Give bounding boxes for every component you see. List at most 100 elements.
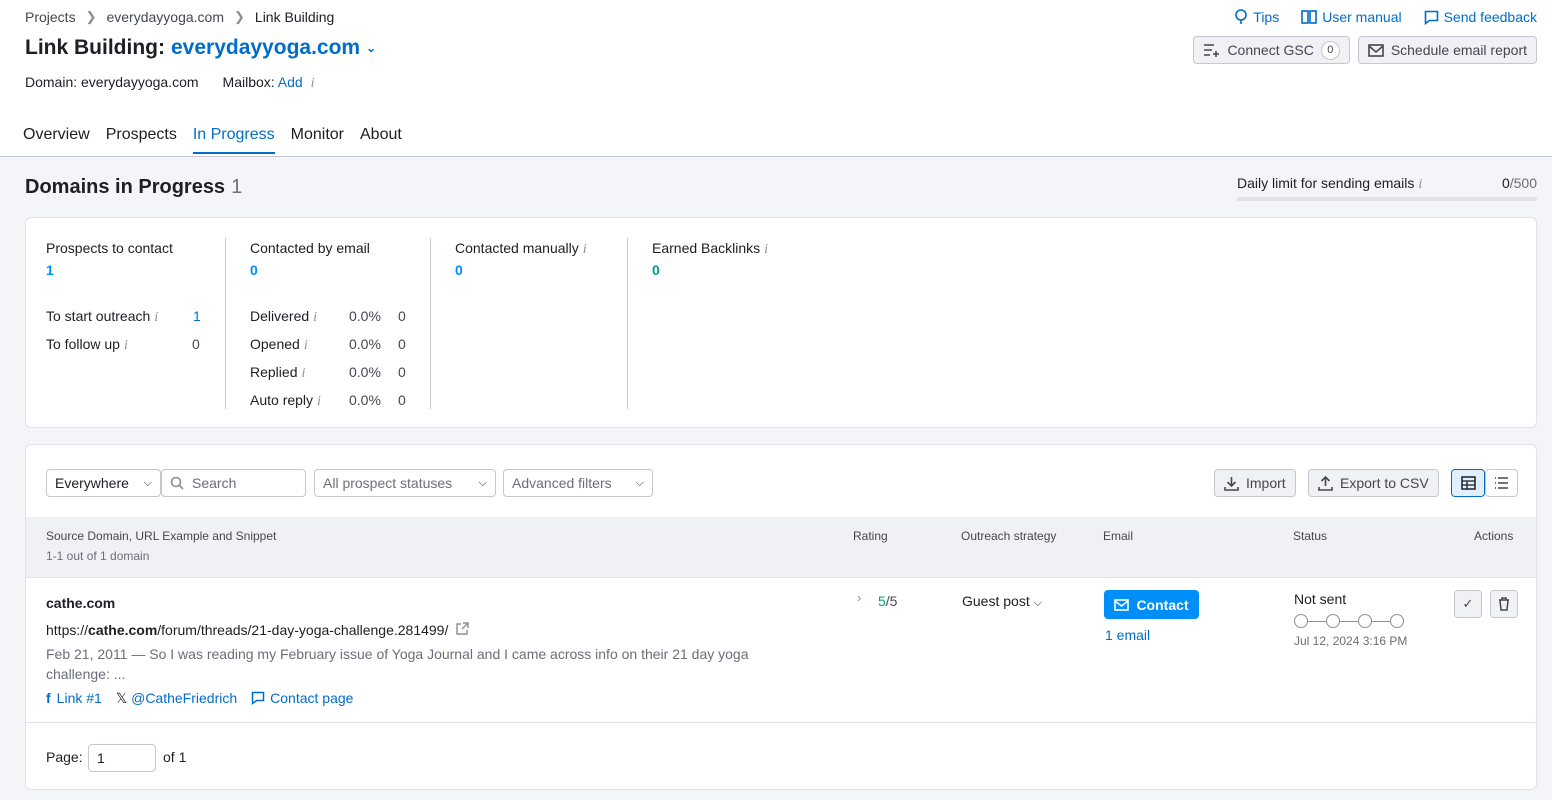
title-prefix: Link Building: — [25, 36, 165, 59]
trash-icon — [1499, 597, 1509, 611]
pagination-label: Page: — [46, 749, 83, 765]
mark-done-button[interactable]: ✓ — [1454, 590, 1482, 618]
info-icon[interactable]: i — [313, 310, 317, 325]
divider — [26, 722, 1536, 723]
chevron-right-icon: ❯ — [85, 9, 97, 24]
contacted-manually-label: Contacted manually i — [455, 240, 587, 258]
daily-limit-total: /500 — [1509, 175, 1537, 191]
delivered-value: 0 — [398, 308, 406, 324]
stats-card: Prospects to contact 1 To start outreach… — [25, 217, 1537, 428]
row-status: Not sent — [1294, 591, 1347, 607]
info-icon[interactable]: i — [317, 394, 321, 409]
tab-in-progress[interactable]: In Progress — [192, 126, 275, 154]
tab-overview[interactable]: Overview — [23, 126, 90, 154]
delivered-label: Delivered i — [250, 308, 317, 326]
contact-page-link[interactable]: Contact page — [251, 690, 353, 707]
schedule-email-report-label: Schedule email report — [1390, 42, 1527, 58]
chevron-down-icon: ⌵ — [1033, 597, 1042, 609]
chevron-right-icon[interactable]: › — [857, 590, 861, 605]
breadcrumb-projects[interactable]: Projects — [25, 9, 76, 25]
delivered-text: Delivered — [250, 308, 310, 324]
section-title: Domains in Progress 1 — [25, 176, 242, 199]
tab-bar: Overview Prospects In Progress Monitor A… — [23, 126, 402, 154]
strategy-select[interactable]: Guest post ⌵ — [962, 593, 1042, 610]
scope-select[interactable]: Everywhere ⌵ — [46, 469, 161, 497]
facebook-link[interactable]: f Link #1 — [46, 690, 102, 707]
progress-step — [1326, 614, 1340, 628]
page-title: Link Building: everydayyoga.com ⌄ — [25, 36, 376, 60]
rating-value: 5 — [878, 593, 886, 609]
connect-gsc-button[interactable]: Connect GSC 0 — [1193, 36, 1350, 64]
project-domain-selector[interactable]: everydayyoga.com — [171, 36, 360, 60]
chevron-down-icon[interactable]: ⌄ — [366, 41, 376, 55]
user-manual-link[interactable]: User manual — [1301, 9, 1402, 25]
schedule-email-report-button[interactable]: Schedule email report — [1357, 36, 1537, 64]
prospect-status-select[interactable]: All prospect statuses ⌵ — [314, 469, 496, 497]
actions-column-header: Actions — [1474, 529, 1514, 543]
download-icon — [1224, 476, 1239, 491]
tab-monitor[interactable]: Monitor — [291, 126, 344, 154]
results-count: 1-1 out of 1 domain — [46, 549, 150, 563]
daily-limit-used: 0 — [1501, 175, 1510, 191]
scope-select-value: Everywhere — [55, 475, 129, 491]
info-icon[interactable]: i — [301, 366, 305, 381]
opened-text: Opened — [250, 336, 300, 352]
breadcrumb-domain[interactable]: everydayyoga.com — [106, 9, 224, 25]
opened-label: Opened i — [250, 336, 308, 354]
table-view-toggle[interactable] — [1451, 469, 1485, 497]
replied-value: 0 — [398, 364, 406, 380]
list-icon — [1495, 477, 1508, 489]
contacted-by-email-value: 0 — [250, 262, 258, 278]
tab-about[interactable]: About — [360, 126, 402, 154]
tab-prospects[interactable]: Prospects — [106, 126, 177, 154]
emails-link[interactable]: 1 email — [1105, 627, 1150, 643]
export-csv-button[interactable]: Export to CSV — [1308, 469, 1439, 497]
to-start-outreach-label: To start outreach i — [46, 308, 158, 326]
gsc-count-badge: 0 — [1320, 40, 1340, 60]
project-meta: Domain: everydayyoga.com Mailbox: Add i — [25, 74, 315, 92]
search-input[interactable]: Search — [161, 469, 306, 497]
page-input[interactable]: 1 — [88, 744, 156, 772]
info-icon[interactable]: i — [311, 76, 315, 91]
add-mailbox-link[interactable]: Add — [278, 74, 303, 90]
auto-reply-value: 0 — [398, 392, 406, 408]
auto-reply-label: Auto reply i — [250, 392, 321, 410]
import-button[interactable]: Import — [1214, 469, 1296, 497]
info-icon[interactable]: i — [583, 242, 587, 257]
section-count: 1 — [231, 176, 243, 198]
row-domain[interactable]: cathe.com — [46, 595, 115, 611]
daily-limit-label: Daily limit for sending emails — [1237, 175, 1415, 191]
info-icon[interactable]: i — [304, 338, 308, 353]
rating-column-header[interactable]: Rating — [853, 529, 888, 543]
send-feedback-link[interactable]: Send feedback — [1424, 9, 1537, 25]
advanced-filters-select[interactable]: Advanced filters ⌵ — [503, 469, 653, 497]
external-link-icon[interactable] — [456, 622, 469, 635]
row-status-date: Jul 12, 2024 3:16 PM — [1294, 634, 1408, 648]
tips-link[interactable]: Tips — [1234, 9, 1279, 25]
tips-label: Tips — [1253, 9, 1280, 25]
check-icon: ✓ — [1462, 596, 1474, 611]
delete-button[interactable] — [1490, 590, 1518, 618]
chat-icon — [251, 691, 265, 705]
earned-backlinks-label: Earned Backlinks i — [652, 240, 768, 258]
contact-button[interactable]: Contact — [1104, 590, 1199, 619]
info-icon[interactable]: i — [1418, 177, 1422, 192]
info-icon[interactable]: i — [764, 242, 768, 257]
breadcrumb-current: Link Building — [254, 9, 335, 25]
info-icon[interactable]: i — [154, 310, 158, 325]
daily-limit-value: 0/500 — [1502, 175, 1537, 191]
list-view-toggle[interactable] — [1485, 469, 1518, 497]
chevron-right-icon: ❯ — [234, 9, 245, 24]
earned-backlinks-text: Earned Backlinks — [652, 240, 761, 256]
replied-percent: 0.0% — [349, 364, 381, 380]
domain-info: Domain: everydayyoga.com — [25, 74, 199, 90]
info-icon[interactable]: i — [124, 338, 128, 353]
to-follow-up-label: To follow up i — [46, 336, 128, 354]
chat-icon — [1424, 10, 1438, 25]
row-url[interactable]: https://cathe.com/forum/threads/21-day-y… — [46, 622, 469, 638]
prospects-to-contact-value[interactable]: 1 — [46, 262, 54, 278]
import-label: Import — [1246, 475, 1286, 491]
x-link[interactable]: 𝕏 @CatheFriedrich — [116, 690, 237, 707]
x-link-label: @CatheFriedrich — [131, 690, 238, 706]
to-start-outreach-value[interactable]: 1 — [193, 308, 201, 324]
